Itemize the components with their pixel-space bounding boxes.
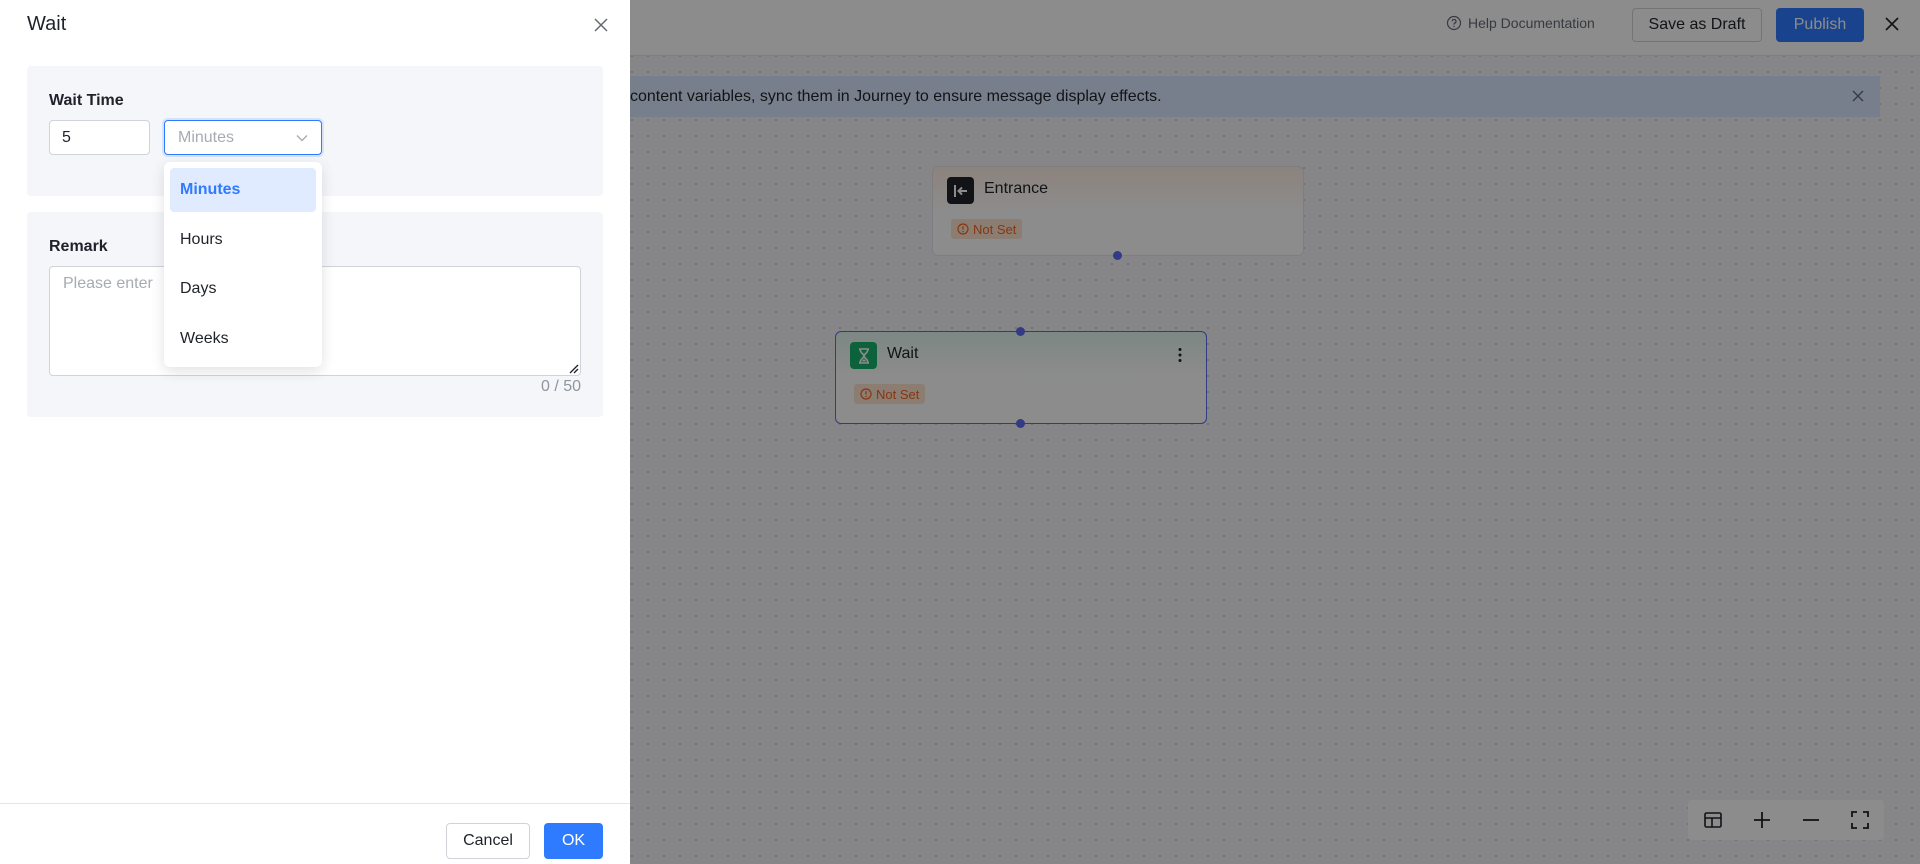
- close-icon: [594, 18, 608, 32]
- remark-character-counter: 0 / 50: [540, 378, 581, 395]
- drawer-title: Wait: [27, 13, 67, 35]
- cancel-button[interactable]: Cancel: [446, 823, 530, 859]
- time-unit-dropdown: Minutes Hours Days Weeks: [164, 162, 322, 367]
- unit-option-minutes[interactable]: Minutes: [170, 168, 316, 212]
- wait-time-label: Wait Time: [49, 92, 124, 109]
- unit-option-days[interactable]: Days: [170, 267, 316, 311]
- time-unit-select[interactable]: Minutes: [164, 120, 322, 155]
- drawer-close-button[interactable]: [590, 14, 612, 36]
- remark-label: Remark: [49, 238, 108, 255]
- drawer-footer: Cancel OK: [0, 803, 630, 864]
- unit-option-weeks[interactable]: Weeks: [170, 317, 316, 361]
- wait-settings-drawer: Wait Wait Time Minutes Remark 0 / 50 Can…: [0, 0, 630, 864]
- unit-option-hours[interactable]: Hours: [170, 218, 316, 262]
- ok-button[interactable]: OK: [544, 823, 603, 859]
- wait-time-input[interactable]: [49, 120, 150, 155]
- resize-handle-icon[interactable]: [567, 362, 579, 374]
- time-unit-placeholder: Minutes: [178, 129, 235, 146]
- chevron-down-icon: [295, 131, 309, 145]
